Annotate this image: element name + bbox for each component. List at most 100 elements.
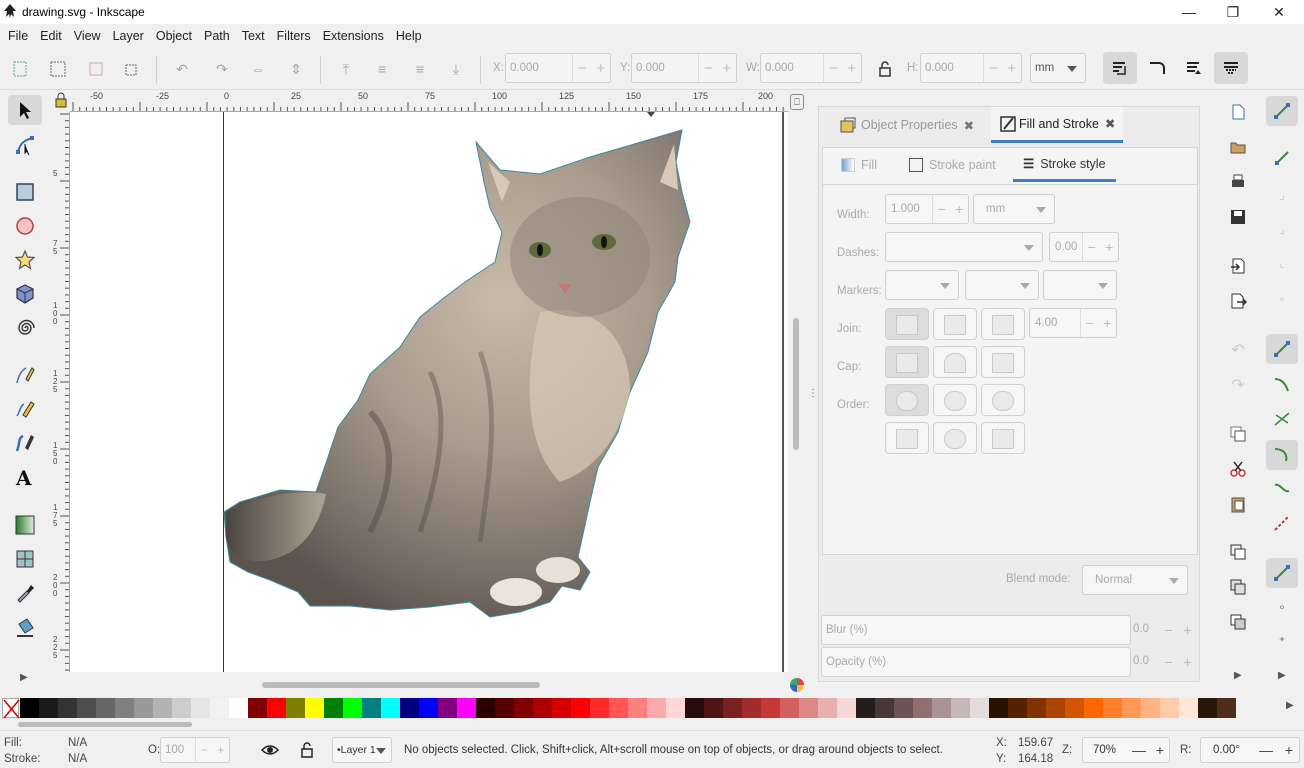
x-increment-button[interactable]: + xyxy=(596,60,605,77)
palette-swatch[interactable] xyxy=(96,698,115,718)
palette-swatch[interactable] xyxy=(134,698,153,718)
palette-swatch[interactable] xyxy=(1027,698,1046,718)
selector-tool-icon[interactable] xyxy=(8,95,42,125)
minimize-button[interactable]: — xyxy=(1166,0,1212,24)
opacity-slider[interactable]: Opacity (%) xyxy=(821,647,1131,677)
w-field[interactable]: 0.000 − + xyxy=(760,53,862,83)
ruler-lock-icon[interactable] xyxy=(52,90,70,112)
menu-edit[interactable]: Edit xyxy=(34,29,68,43)
calligraphy-tool-icon[interactable] xyxy=(8,428,42,458)
select-all-icon[interactable] xyxy=(8,57,32,81)
subtab-fill[interactable]: Fill xyxy=(841,148,877,182)
miter-limit-field[interactable]: 4.00 − + xyxy=(1029,308,1117,338)
x-decrement-button[interactable]: − xyxy=(578,60,587,77)
dashes-select[interactable] xyxy=(885,232,1043,262)
transform-patterns-toggle[interactable] xyxy=(1214,52,1248,84)
snap-bbox-midpoint-icon[interactable]: ⌞ xyxy=(1266,248,1298,278)
horizontal-scrollbar[interactable] xyxy=(262,682,540,688)
snap-bbox-edge-icon[interactable]: ⌟ xyxy=(1266,180,1298,210)
palette-swatch[interactable] xyxy=(343,698,362,718)
palette-swatch[interactable] xyxy=(1065,698,1084,718)
palette-swatch[interactable] xyxy=(799,698,818,718)
snap-toggle-icon[interactable] xyxy=(1266,96,1298,126)
palette-swatch[interactable] xyxy=(248,698,267,718)
snap-cusp-nodes-icon[interactable] xyxy=(1266,440,1298,470)
copy-icon[interactable] xyxy=(1226,422,1250,446)
palette-swatch[interactable] xyxy=(58,698,77,718)
order-fill-markers-button[interactable] xyxy=(981,384,1025,416)
snap-bbox-corner-icon[interactable]: ⌟ xyxy=(1266,214,1298,244)
cap-round-button[interactable] xyxy=(933,346,977,378)
palette-swatch[interactable] xyxy=(115,698,134,718)
flip-horizontal-icon[interactable]: ⇔ xyxy=(246,57,270,81)
join-bevel-button[interactable] xyxy=(933,308,977,340)
menu-filters[interactable]: Filters xyxy=(271,29,317,43)
close-tab-icon[interactable]: ✖ xyxy=(1105,116,1115,131)
palette-swatch[interactable] xyxy=(1046,698,1065,718)
menu-layer[interactable]: Layer xyxy=(107,29,150,43)
snap-rotation-center-icon[interactable]: ⁺ xyxy=(1266,626,1298,656)
mid-marker-select[interactable] xyxy=(965,270,1039,300)
palette-swatch[interactable] xyxy=(533,698,552,718)
palette-swatch[interactable] xyxy=(685,698,704,718)
snap-object-center-icon[interactable]: ∘ xyxy=(1266,592,1298,622)
y-field[interactable]: 0.000 − + xyxy=(631,53,737,83)
pen-tool-icon[interactable] xyxy=(8,360,42,390)
palette-swatch[interactable] xyxy=(267,698,286,718)
palette-scrollbar[interactable] xyxy=(0,720,1304,730)
dash-decrement-button[interactable]: − xyxy=(1088,239,1096,255)
tab-object-properties[interactable]: Object Properties ✖ xyxy=(831,107,991,143)
palette-swatch[interactable] xyxy=(1160,698,1179,718)
dropper-tool-icon[interactable] xyxy=(8,578,42,608)
no-paint-swatch[interactable] xyxy=(2,698,20,719)
blur-slider[interactable]: Blur (%) xyxy=(821,615,1131,645)
maximize-button[interactable]: ❐ xyxy=(1210,0,1256,24)
layer-visibility-icon[interactable] xyxy=(260,741,280,759)
palette-swatch[interactable] xyxy=(476,698,495,718)
palette-swatch[interactable] xyxy=(723,698,742,718)
touch-select-icon[interactable] xyxy=(120,57,144,81)
palette-swatch[interactable] xyxy=(381,698,400,718)
palette-swatch[interactable] xyxy=(818,698,837,718)
snap-nodes-icon[interactable] xyxy=(1266,334,1298,364)
palette-swatch[interactable] xyxy=(457,698,476,718)
cat-photo-image[interactable] xyxy=(70,112,788,672)
palette-swatch[interactable] xyxy=(628,698,647,718)
palette-swatch[interactable] xyxy=(590,698,609,718)
y-decrement-button[interactable]: − xyxy=(704,60,713,77)
palette-swatch[interactable] xyxy=(1122,698,1141,718)
start-marker-select[interactable] xyxy=(885,270,959,300)
palette-swatch[interactable] xyxy=(1179,698,1198,718)
order-markers-fill-button[interactable] xyxy=(885,422,929,454)
zoom-out-button[interactable]: — xyxy=(1132,742,1146,758)
transform-gradients-toggle[interactable] xyxy=(1177,52,1211,84)
palette-swatch[interactable] xyxy=(609,698,628,718)
join-round-button[interactable] xyxy=(981,308,1025,340)
panel-resize-handle[interactable]: ⋮ xyxy=(808,388,818,399)
status-opacity-field[interactable]: 100 − + xyxy=(160,737,230,763)
palette-swatch[interactable] xyxy=(913,698,932,718)
paste-icon[interactable] xyxy=(1226,492,1250,516)
menu-extensions[interactable]: Extensions xyxy=(317,29,390,43)
menu-object[interactable]: Object xyxy=(150,29,198,43)
menu-path[interactable]: Path xyxy=(198,29,236,43)
flip-vertical-icon[interactable]: ⇕ xyxy=(284,57,308,81)
palette-swatch[interactable] xyxy=(77,698,96,718)
palette-swatch[interactable] xyxy=(666,698,685,718)
cap-butt-button[interactable] xyxy=(885,346,929,378)
w-decrement-button[interactable]: − xyxy=(829,60,838,77)
zoom-in-button[interactable]: + xyxy=(1156,742,1164,758)
dash-increment-button[interactable]: + xyxy=(1105,239,1113,255)
layer-select[interactable]: •Layer 1 xyxy=(332,737,392,763)
palette-swatch[interactable] xyxy=(191,698,210,718)
color-manage-icon[interactable] xyxy=(788,676,806,694)
palette-swatch[interactable] xyxy=(324,698,343,718)
spiral-tool-icon[interactable] xyxy=(8,313,42,343)
palette-swatch[interactable] xyxy=(761,698,780,718)
menu-help[interactable]: Help xyxy=(390,29,428,43)
save-icon[interactable] xyxy=(1226,205,1250,229)
snap-bbox-center-icon[interactable]: ∘ xyxy=(1266,284,1298,314)
palette-swatch[interactable] xyxy=(1217,698,1236,718)
palette-swatch[interactable] xyxy=(419,698,438,718)
palette-swatch[interactable] xyxy=(172,698,191,718)
